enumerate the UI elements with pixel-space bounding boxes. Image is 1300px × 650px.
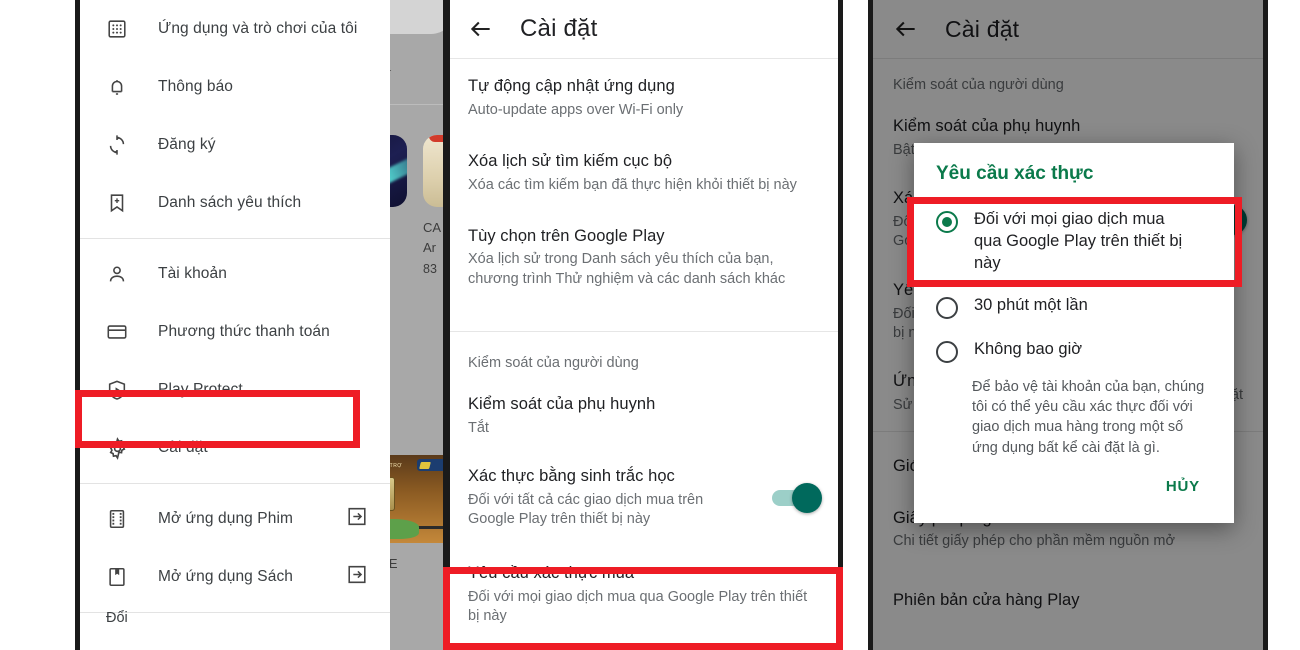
phone-bezel-left bbox=[868, 0, 873, 650]
person-icon bbox=[102, 259, 132, 289]
bell-icon bbox=[102, 72, 132, 102]
open-external-icon[interactable] bbox=[346, 564, 368, 591]
apps-grid-icon bbox=[102, 14, 132, 44]
drawer-item-label: Mở ứng dụng Sách bbox=[158, 568, 294, 585]
toggle-knob bbox=[792, 482, 822, 513]
app-tile-2-line2: Ar bbox=[423, 240, 436, 255]
setting-title: Kiểm soát của phụ huynh bbox=[468, 395, 656, 413]
setting-title: Tự động cập nhật ứng dụng bbox=[468, 77, 675, 95]
drawer-item-play-protect[interactable]: Play Protect bbox=[80, 361, 390, 419]
section-divider bbox=[448, 331, 838, 339]
drawer-item-label: Tài khoản bbox=[158, 265, 227, 282]
drawer-footer-label[interactable]: Đổi bbox=[106, 610, 128, 626]
film-icon bbox=[102, 504, 132, 534]
dialog-note: Để bảo vệ tài khoản của bạn, chúng tôi c… bbox=[972, 378, 1205, 456]
bookmark-star-icon bbox=[102, 188, 132, 218]
phone-bezel-left bbox=[75, 0, 80, 650]
app-tile-2-line3: 83 bbox=[423, 262, 437, 276]
setting-subtitle: Tắt bbox=[468, 419, 489, 436]
drawer-divider-1 bbox=[80, 238, 390, 239]
drawer-item-account[interactable]: Tài khoản bbox=[80, 245, 390, 303]
credit-card-icon bbox=[102, 317, 132, 347]
navigation-drawer: Ứng dụng và trò chơi của tôi Thông báo Đ… bbox=[80, 0, 390, 650]
setting-purchase-auth[interactable]: Yêu cầu xác thực mua Đối với mọi giao dị… bbox=[448, 541, 838, 640]
setting-title: Xác thực bằng sinh trắc học bbox=[468, 466, 675, 485]
gear-icon bbox=[102, 433, 132, 463]
setting-subtitle: Xóa các tìm kiếm bạn đã thực hiện khỏi t… bbox=[468, 176, 797, 193]
drawer-item-subscriptions[interactable]: Đăng ký bbox=[80, 116, 390, 174]
open-external-icon[interactable] bbox=[346, 506, 368, 533]
phone-bezel-right bbox=[838, 0, 843, 650]
dialog-actions: HỦY bbox=[914, 464, 1234, 515]
setting-title: Yêu cầu xác thực mua bbox=[468, 564, 635, 583]
phone-panel-settings: Cài đặt Tự động cập nhật ứng dụng Auto-u… bbox=[443, 0, 843, 650]
dialog-option-every-purchase[interactable]: Đối với mọi giao dịch mua qua Google Pla… bbox=[914, 199, 1234, 285]
drawer-item-label: Phương thức thanh toán bbox=[158, 323, 330, 340]
section-header-user-controls: Kiểm soát của người dùng bbox=[468, 355, 639, 371]
dialog-title: Yêu cầu xác thực bbox=[936, 163, 1094, 184]
drawer-item-payment-methods[interactable]: Phương thức thanh toán bbox=[80, 303, 390, 361]
drawer-item-label: Danh sách yêu thích bbox=[158, 194, 302, 211]
radio-selected-icon[interactable] bbox=[936, 211, 958, 233]
drawer-item-open-books[interactable]: Mở ứng dụng Sách bbox=[80, 548, 390, 606]
radio-unselected-icon[interactable] bbox=[936, 296, 958, 319]
back-arrow-icon[interactable] bbox=[464, 12, 498, 46]
drawer-item-notifications[interactable]: Thông báo bbox=[80, 58, 390, 116]
setting-subtitle: Xóa lịch sử trong Danh sách yêu thích củ… bbox=[468, 251, 786, 287]
setting-subtitle: Auto-update apps over Wi-Fi only bbox=[468, 101, 684, 118]
drawer-item-open-movies[interactable]: Mở ứng dụng Phim bbox=[80, 490, 390, 548]
biometric-toggle[interactable] bbox=[772, 482, 822, 513]
dialog-option-never[interactable]: Không bao giờ bbox=[914, 329, 1234, 373]
phone-panel-drawer: Trà phí → ad: un! CA Ar 83 → ne Dty CHỌN… bbox=[75, 0, 450, 650]
drawer-item-label: Play Protect bbox=[158, 381, 243, 398]
phone-panel-auth-dialog: Cài đặt Kiểm soát của người dùng Kiểm so… bbox=[868, 0, 1268, 650]
setting-play-options[interactable]: Tùy chọn trên Google Play Xóa lịch sử tr… bbox=[448, 209, 838, 303]
radio-unselected-icon[interactable] bbox=[936, 340, 958, 363]
setting-clear-search-history[interactable]: Xóa lịch sử tìm kiếm cục bộ Xóa các tìm … bbox=[448, 134, 838, 209]
drawer-item-label: Cài đặt bbox=[158, 439, 208, 456]
setting-subtitle: Đối với tất cả các giao dịch mua trên Go… bbox=[468, 491, 704, 527]
app-tile-2-line1: CA bbox=[423, 220, 442, 235]
app-bar: Cài đặt bbox=[448, 0, 838, 58]
drawer-divider-2 bbox=[80, 483, 390, 484]
phone-bezel-left bbox=[443, 0, 448, 650]
dialog-option-label: 30 phút một lần bbox=[974, 295, 1088, 314]
book-icon bbox=[102, 562, 132, 592]
drawer-item-wishlist[interactable]: Danh sách yêu thích bbox=[80, 174, 390, 232]
drawer-item-label: Thông báo bbox=[158, 78, 234, 95]
setting-biometric-auth[interactable]: Xác thực bằng sinh trắc học Đối với tất … bbox=[448, 452, 838, 541]
screenshot-stage: Trà phí → ad: un! CA Ar 83 → ne Dty CHỌN… bbox=[0, 0, 1300, 650]
drawer-item-my-apps[interactable]: Ứng dụng và trò chơi của tôi bbox=[80, 0, 390, 58]
setting-title: Tùy chọn trên Google Play bbox=[468, 226, 665, 245]
setting-subtitle: Đối với mọi giao dịch mua qua Google Pla… bbox=[468, 588, 808, 624]
dialog-option-every-30-min[interactable]: 30 phút một lần bbox=[914, 285, 1234, 329]
setting-auto-update[interactable]: Tự động cập nhật ứng dụng Auto-update ap… bbox=[448, 59, 838, 134]
cancel-button[interactable]: HỦY bbox=[1154, 470, 1212, 503]
shield-play-icon bbox=[102, 375, 132, 405]
dialog-option-label: Đối với mọi giao dịch mua qua Google Pla… bbox=[974, 210, 1183, 272]
drawer-item-label: Ứng dụng và trò chơi của tôi bbox=[158, 20, 358, 37]
auth-requirement-dialog: Yêu cầu xác thực Đối với mọi giao dịch m… bbox=[914, 143, 1234, 523]
setting-parental-controls[interactable]: Kiểm soát của phụ huynh Tắt bbox=[448, 377, 838, 452]
phone-bezel-right bbox=[1263, 0, 1268, 650]
drawer-item-settings[interactable]: Cài đặt bbox=[80, 419, 390, 477]
setting-title: Xóa lịch sử tìm kiếm cục bộ bbox=[468, 151, 673, 170]
refresh-icon bbox=[102, 130, 132, 160]
dialog-option-label: Không bao giờ bbox=[974, 339, 1083, 358]
drawer-item-label: Mở ứng dụng Phim bbox=[158, 510, 294, 527]
page-title: Cài đặt bbox=[520, 15, 598, 42]
drawer-item-label: Đăng ký bbox=[158, 136, 216, 153]
